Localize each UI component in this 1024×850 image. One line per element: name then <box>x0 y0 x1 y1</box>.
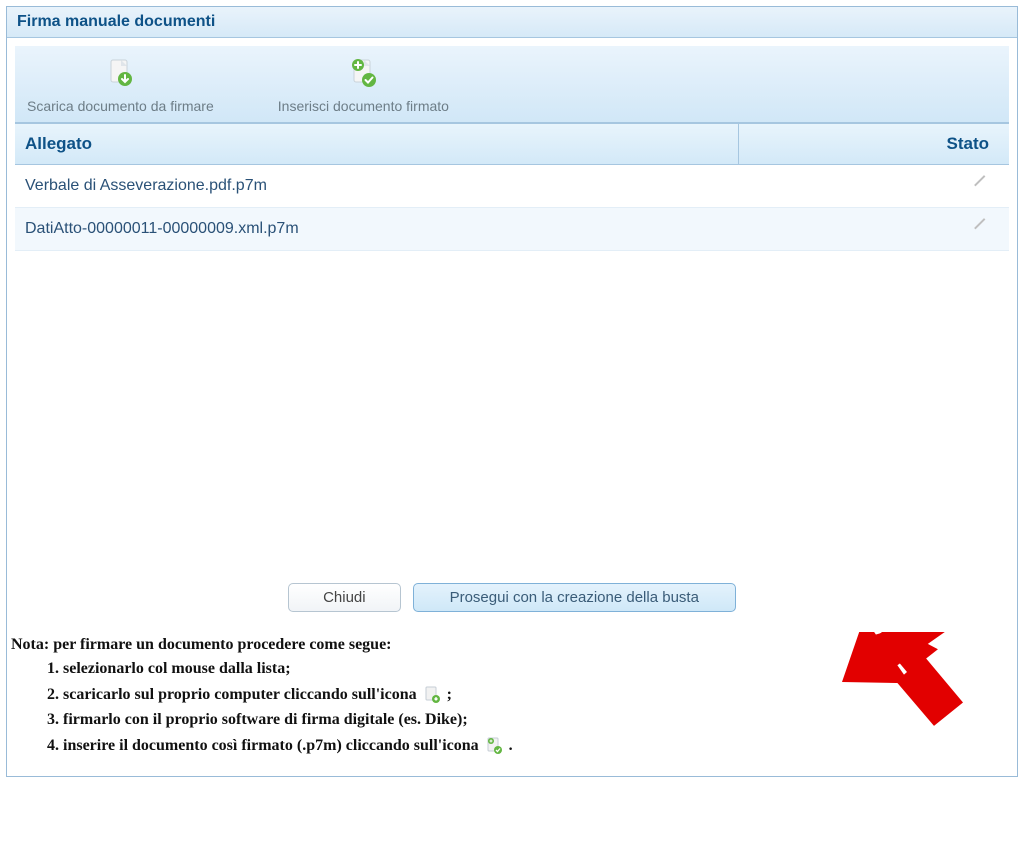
button-row: Chiudi Prosegui con la creazione della b… <box>15 553 1009 624</box>
proceed-button[interactable]: Prosegui con la creazione della busta <box>413 583 736 612</box>
note-heading: Nota: per firmare un documento procedere… <box>11 636 1017 654</box>
cell-allegato: Verbale di Asseverazione.pdf.p7m <box>15 165 739 207</box>
note-step-4-tail: . <box>509 737 513 754</box>
edit-icon <box>974 218 994 238</box>
close-button[interactable]: Chiudi <box>288 583 401 612</box>
note-step-2-text: scaricarlo sul proprio computer cliccand… <box>63 686 421 703</box>
column-header-stato[interactable]: Stato <box>739 124 1009 164</box>
note-step-1: selezionarlo col mouse dalla lista; <box>63 658 1017 680</box>
download-document-button[interactable]: Scarica documento da firmare <box>15 56 226 114</box>
note-step-2: scaricarlo sul proprio computer cliccand… <box>63 684 1017 706</box>
toolbar: Scarica documento da firmare Inserisci d… <box>15 46 1009 123</box>
dialog-window: Firma manuale documenti Scarica document… <box>6 6 1018 777</box>
note-step-4: inserire il documento così firmato (.p7m… <box>63 735 1017 757</box>
column-header-allegato[interactable]: Allegato <box>15 124 739 164</box>
download-icon <box>102 56 138 92</box>
table-row[interactable]: DatiAtto-00000011-00000009.xml.p7m <box>15 208 1009 251</box>
note-step-2-tail: ; <box>447 686 452 703</box>
upload-check-icon <box>345 56 381 92</box>
dialog-body: Scarica documento da firmare Inserisci d… <box>7 38 1017 632</box>
cell-stato <box>739 167 1009 206</box>
upload-signed-document-button[interactable]: Inserisci documento firmato <box>266 56 461 114</box>
note-step-4-text: inserire il documento così firmato (.p7m… <box>63 737 483 754</box>
download-icon <box>423 686 441 704</box>
note-step-3: firmarlo con il proprio software di firm… <box>63 709 1017 731</box>
table-header: Allegato Stato <box>15 124 1009 165</box>
upload-signed-document-label: Inserisci documento firmato <box>278 98 449 114</box>
documents-table: Allegato Stato Verbale di Asseverazione.… <box>15 123 1009 553</box>
edit-icon <box>974 175 994 195</box>
dialog-title: Firma manuale documenti <box>7 7 1017 38</box>
instructions-note: Nota: per firmare un documento procedere… <box>7 632 1017 776</box>
cell-allegato: DatiAtto-00000011-00000009.xml.p7m <box>15 208 739 250</box>
upload-check-icon <box>485 737 503 755</box>
download-document-label: Scarica documento da firmare <box>27 98 214 114</box>
cell-stato <box>739 210 1009 249</box>
table-row[interactable]: Verbale di Asseverazione.pdf.p7m <box>15 165 1009 208</box>
